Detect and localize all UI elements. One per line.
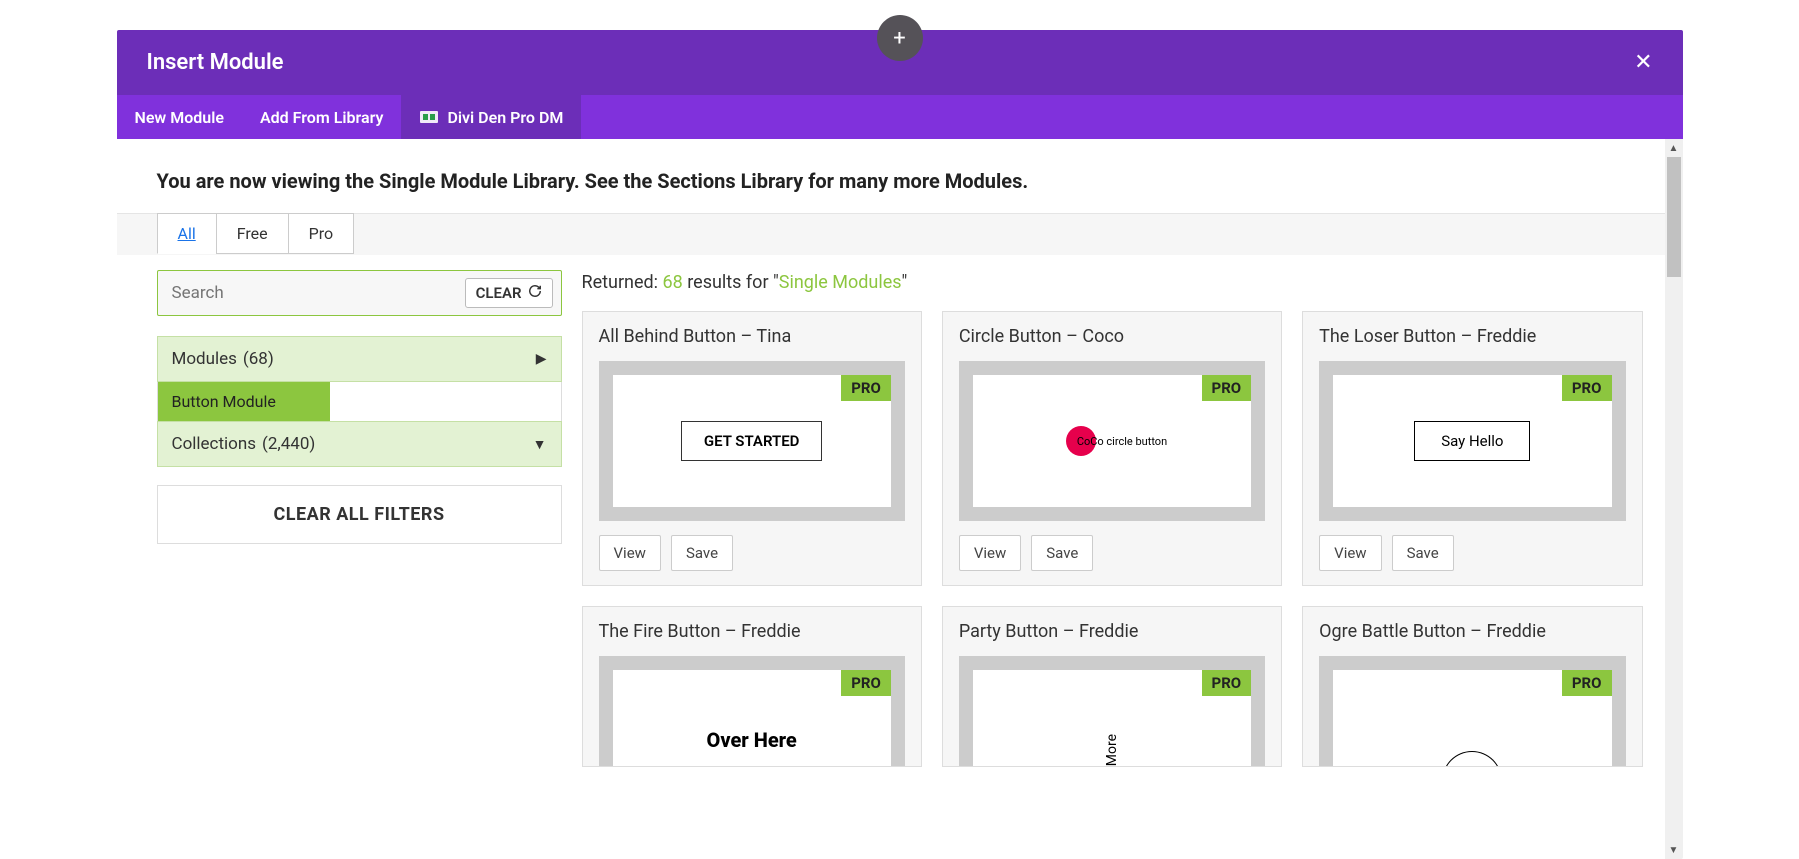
tab-add-from-library[interactable]: Add From Library	[242, 95, 401, 139]
preview-circle-label: CoCo circle button	[1077, 435, 1167, 448]
modules-label: Modules	[172, 349, 237, 369]
clear-search-label: CLEAR	[476, 284, 522, 302]
collections-accordion[interactable]: Collections (2,440) ▼	[157, 421, 562, 467]
results-term: Single Modules	[779, 272, 902, 293]
card-title: Ogre Battle Button – Freddie	[1303, 607, 1641, 656]
results-heading: Returned: 68 results for "Single Modules…	[582, 272, 1643, 293]
plus-icon: +	[893, 26, 905, 51]
module-card: Party Button – Freddie PRO ad More	[942, 606, 1282, 767]
card-preview: PRO ad More	[959, 656, 1265, 766]
filter-sidebar: CLEAR Modules (68) ▶	[157, 270, 562, 544]
results-grid: All Behind Button – Tina PRO GET STARTED…	[582, 311, 1643, 767]
module-card: Ogre Battle Button – Freddie PRO Read Mo…	[1302, 606, 1642, 767]
filter-chip-button-module[interactable]: Button Module	[158, 382, 330, 421]
scrollbar-thumb[interactable]	[1667, 157, 1681, 277]
scroll-down-icon[interactable]: ▼	[1665, 841, 1683, 859]
filter-tab-pro[interactable]: Pro	[288, 213, 354, 254]
clear-search-button[interactable]: CLEAR	[465, 278, 553, 308]
preview-button-get-started: GET STARTED	[681, 421, 823, 461]
preview-vertical-text: ad More	[1104, 734, 1120, 766]
pro-badge: PRO	[1562, 670, 1612, 696]
active-filter-row: Button Module	[157, 382, 562, 421]
pro-badge: PRO	[1202, 670, 1252, 696]
results-mid: results for "	[683, 272, 779, 293]
library-content: You are now viewing the Single Module Li…	[117, 139, 1683, 859]
save-button[interactable]: Save	[1031, 535, 1093, 571]
preview-text-over-here: Over Here	[707, 728, 797, 752]
module-card: Circle Button – Coco PRO CoCo circle but…	[942, 311, 1282, 586]
card-preview: PRO GET STARTED	[599, 361, 905, 521]
card-title: All Behind Button – Tina	[583, 312, 921, 361]
search-input[interactable]	[158, 271, 457, 315]
preview-arc-button: Read More	[1442, 751, 1502, 766]
caret-down-icon: ▼	[533, 436, 547, 453]
close-button[interactable]: ✕	[1634, 52, 1652, 74]
price-filter-tabs: All Free Pro	[157, 214, 1683, 255]
modules-accordion[interactable]: Modules (68) ▶	[157, 336, 562, 382]
card-title: Party Button – Freddie	[943, 607, 1281, 656]
filter-tab-all[interactable]: All	[157, 213, 217, 254]
view-button[interactable]: View	[599, 535, 661, 571]
caret-right-icon: ▶	[536, 351, 547, 367]
preview-button-say-hello: Say Hello	[1414, 421, 1530, 461]
results-returned-prefix: Returned:	[582, 272, 663, 293]
pro-badge: PRO	[1202, 375, 1252, 401]
card-preview: PRO Read More	[1319, 656, 1625, 766]
collections-label: Collections	[172, 434, 257, 454]
results-area: Returned: 68 results for "Single Modules…	[582, 270, 1643, 767]
module-card: All Behind Button – Tina PRO GET STARTED…	[582, 311, 922, 586]
card-title: Circle Button – Coco	[943, 312, 1281, 361]
pro-badge: PRO	[841, 375, 891, 401]
clear-all-filters-button[interactable]: CLEAR ALL FILTERS	[157, 485, 562, 544]
module-card: The Loser Button – Freddie PRO Say Hello…	[1302, 311, 1642, 586]
save-button[interactable]: Save	[1392, 535, 1454, 571]
source-tab-bar: New Module Add From Library Divi Den Pro…	[117, 95, 1683, 139]
save-button[interactable]: Save	[671, 535, 733, 571]
scroll-up-icon[interactable]: ▲	[1665, 139, 1683, 157]
search-box: CLEAR	[157, 270, 562, 316]
card-title: The Loser Button – Freddie	[1303, 312, 1641, 361]
refresh-icon	[528, 284, 542, 302]
intro-text: You are now viewing the Single Module Li…	[117, 139, 1683, 213]
filter-tab-free[interactable]: Free	[216, 213, 289, 254]
modules-count: (68)	[243, 349, 274, 369]
tab-divi-den-label: Divi Den Pro DM	[447, 108, 563, 127]
pro-badge: PRO	[1562, 375, 1612, 401]
divi-den-icon	[419, 107, 439, 127]
results-count: 68	[663, 272, 683, 293]
pro-badge: PRO	[841, 670, 891, 696]
tab-divi-den-pro[interactable]: Divi Den Pro DM	[401, 95, 581, 139]
collections-count: (2,440)	[262, 434, 315, 454]
card-preview: PRO Say Hello	[1319, 361, 1625, 521]
card-preview: PRO Over Here	[599, 656, 905, 766]
card-title: The Fire Button – Freddie	[583, 607, 921, 656]
module-card: The Fire Button – Freddie PRO Over Here	[582, 606, 922, 767]
add-section-button[interactable]: +	[877, 15, 923, 61]
modal-title: Insert Module	[147, 50, 284, 75]
view-button[interactable]: View	[959, 535, 1021, 571]
filter-panel: All Free Pro CLEAR	[117, 213, 1683, 807]
tab-new-module[interactable]: New Module	[117, 95, 242, 139]
view-button[interactable]: View	[1319, 535, 1381, 571]
results-end: "	[902, 272, 908, 293]
card-preview: PRO CoCo circle button	[959, 361, 1265, 521]
vertical-scrollbar[interactable]: ▲ ▼	[1665, 139, 1683, 859]
insert-module-modal: Insert Module ✕ New Module Add From Libr…	[117, 30, 1683, 859]
